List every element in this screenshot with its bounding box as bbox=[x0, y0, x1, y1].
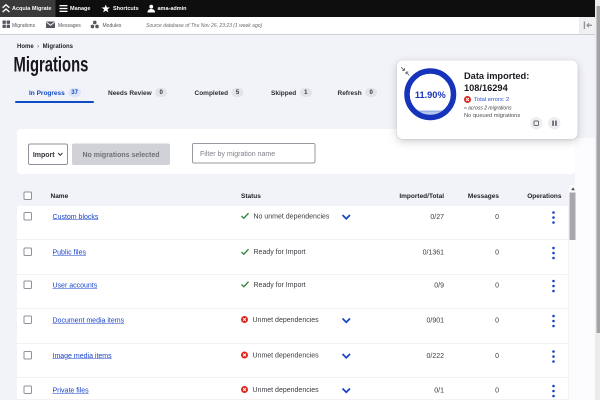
svg-text:11.90%: 11.90% bbox=[415, 90, 446, 100]
